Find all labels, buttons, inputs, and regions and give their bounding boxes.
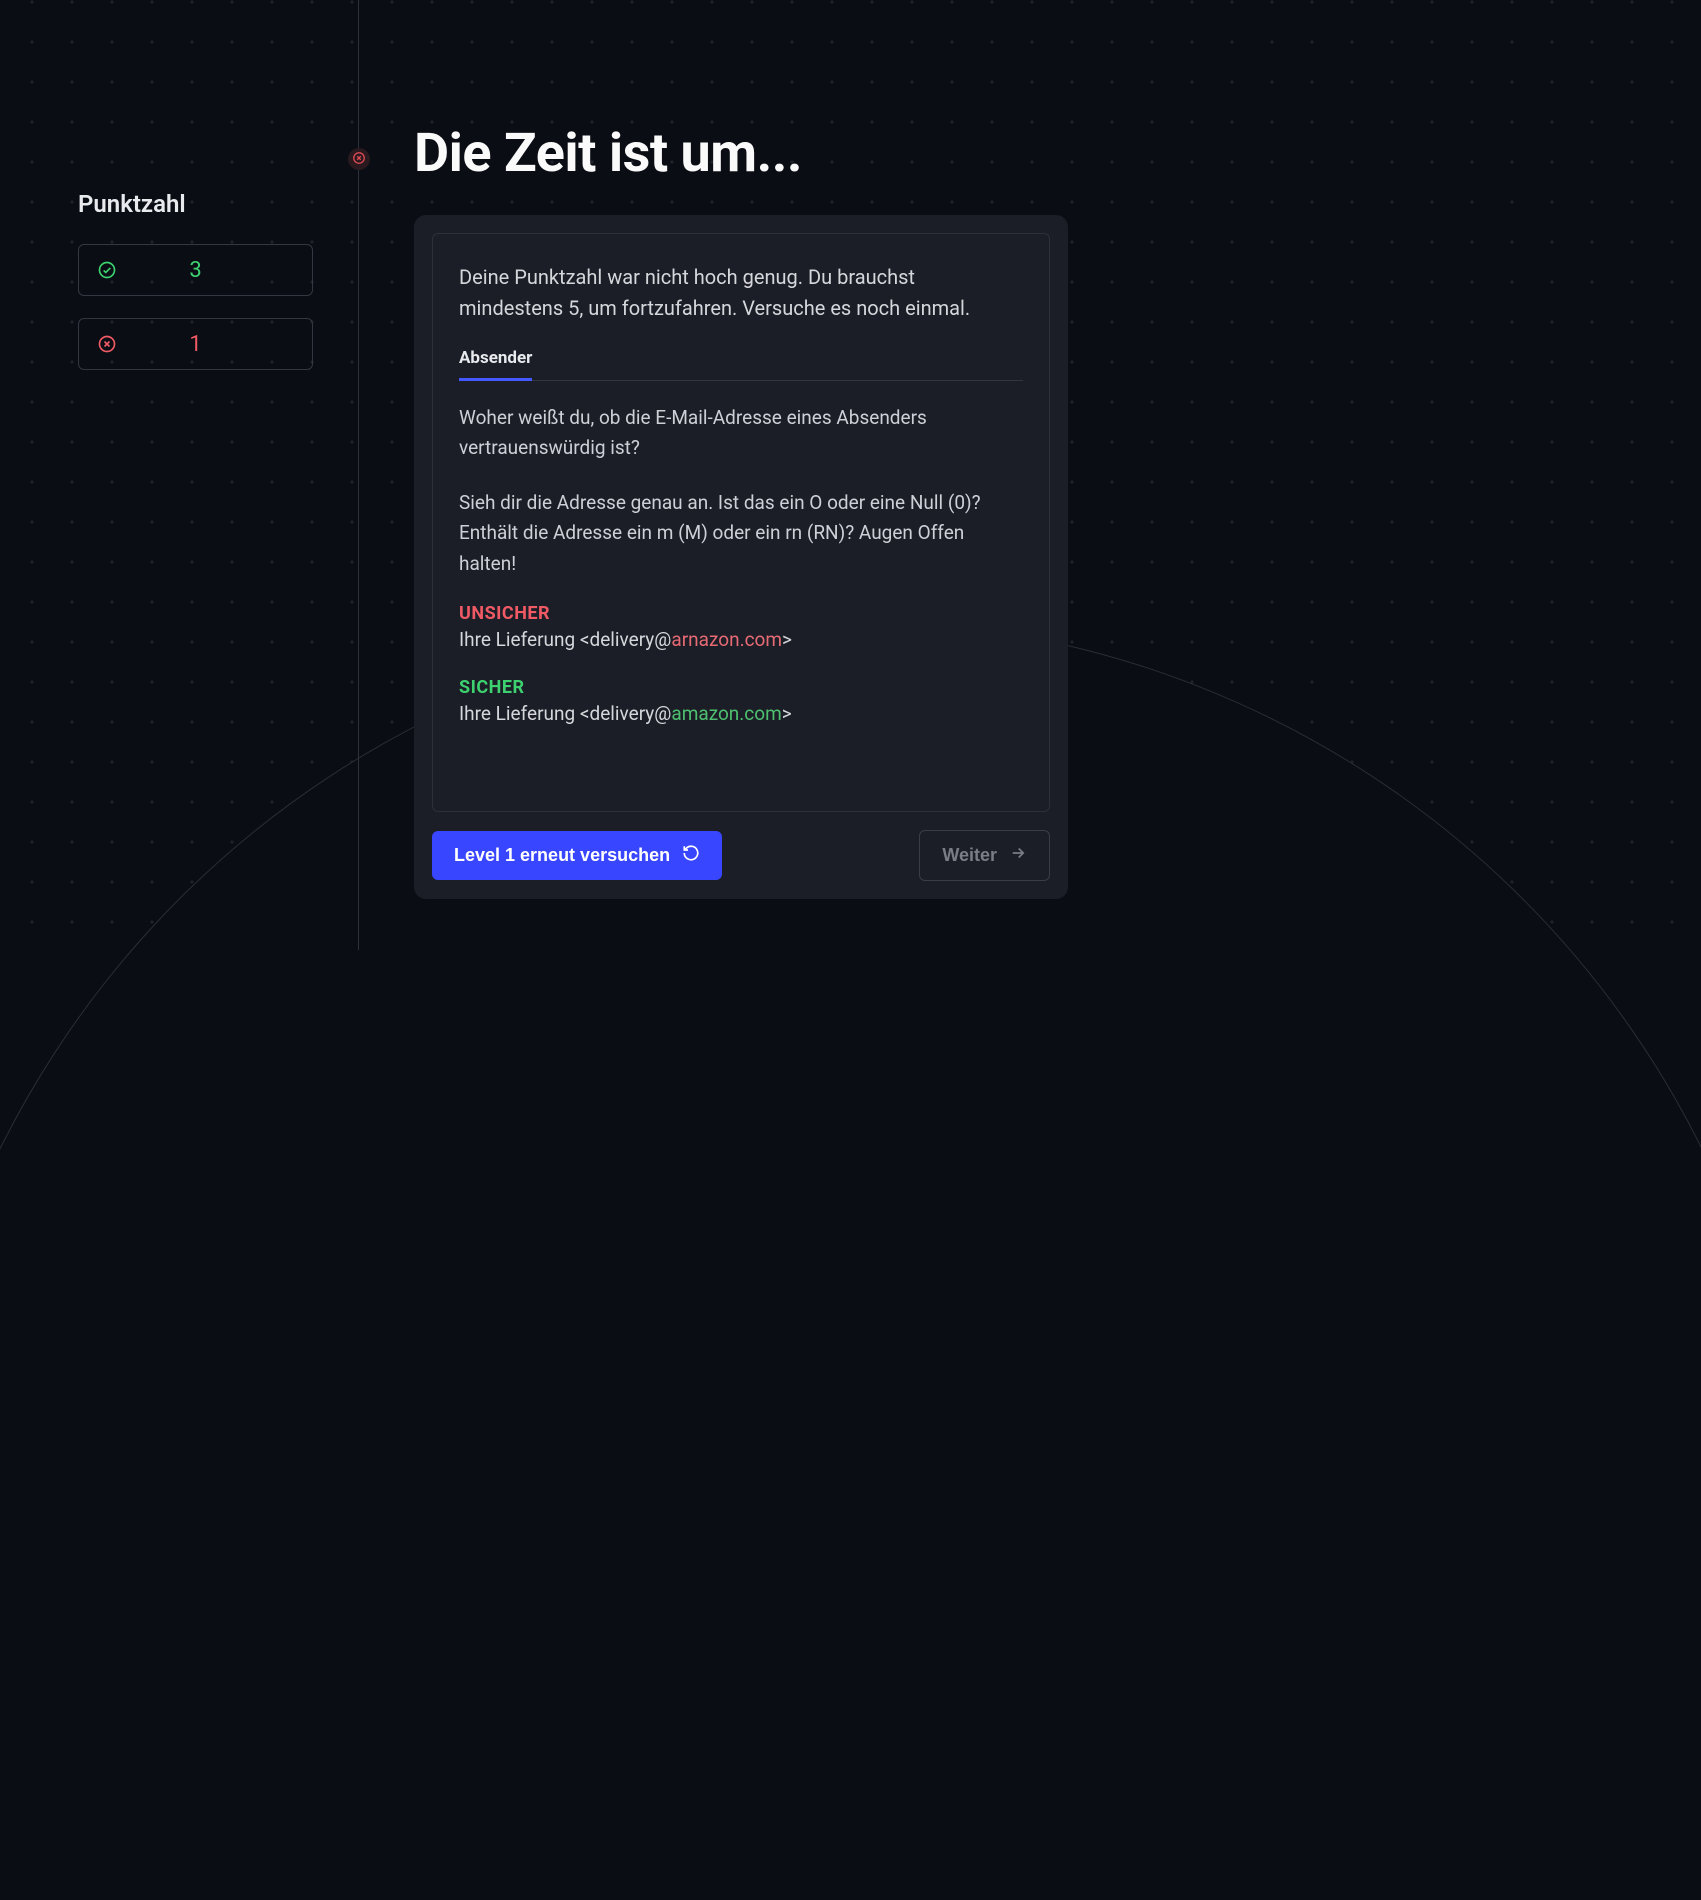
next-button[interactable]: Weiter [919,830,1050,881]
tab-sender[interactable]: Absender [459,348,532,381]
x-circle-icon [97,334,117,354]
sidebar: Punktzahl 3 1 [0,0,358,950]
score-title: Punktzahl [78,190,313,218]
action-row: Level 1 erneut versuchen Weiter [432,830,1050,881]
score-correct-box: 3 [78,244,313,296]
explain-paragraph-1: Woher weißt du, ob die E-Mail-Adresse ei… [459,403,1023,464]
score-incorrect-box: 1 [78,318,313,370]
unsafe-prefix: Ihre Lieferung <delivery@ [459,628,671,651]
score-correct-value: 3 [189,258,201,283]
unsafe-label: UNSICHER [459,603,1023,624]
next-button-label: Weiter [942,845,997,866]
safe-prefix: Ihre Lieferung <delivery@ [459,702,671,725]
result-card-inner: Deine Punktzahl war nicht hoch genug. Du… [432,233,1050,812]
result-message: Deine Punktzahl war nicht hoch genug. Du… [459,262,1023,324]
undo-icon [682,844,700,867]
timeline-marker [348,148,370,170]
result-card: Deine Punktzahl war nicht hoch genug. Du… [414,215,1068,899]
page-heading: Die Zeit ist um... [414,122,1068,185]
safe-label: SICHER [459,677,1023,698]
retry-button[interactable]: Level 1 erneut versuchen [432,831,722,880]
x-circle-icon [352,150,366,169]
unsafe-example: Ihre Lieferung <delivery@arnazon.com> [459,628,1023,651]
explain-paragraph-2: Sieh dir die Adresse genau an. Ist das e… [459,488,1023,579]
arrow-right-icon [1009,844,1027,867]
retry-button-label: Level 1 erneut versuchen [454,845,670,866]
score-incorrect-value: 1 [189,332,201,357]
check-circle-icon [97,260,117,280]
tab-row: Absender [459,348,1023,381]
safe-suffix: > [782,702,792,725]
unsafe-domain: arnazon.com [671,628,782,651]
unsafe-suffix: > [782,628,792,651]
safe-domain: amazon.com [671,702,781,725]
safe-example: Ihre Lieferung <delivery@amazon.com> [459,702,1023,725]
main-content: Die Zeit ist um... Deine Punktzahl war n… [358,0,1068,950]
